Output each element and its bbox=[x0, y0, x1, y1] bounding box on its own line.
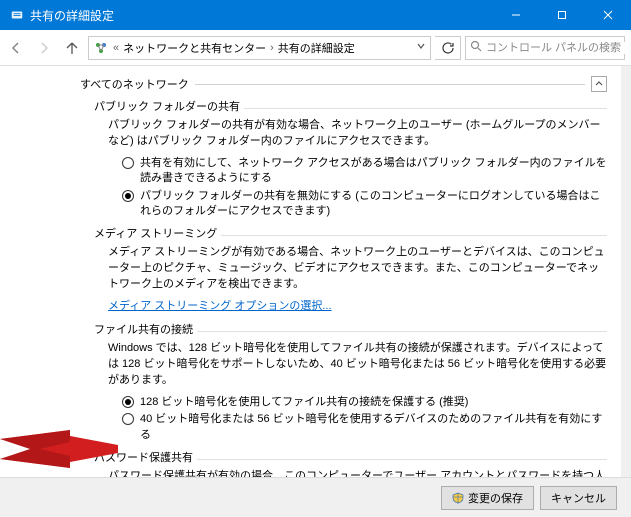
public-folder-desc: パブリック フォルダーの共有が有効な場合、ネットワーク上のユーザー (ホームグル… bbox=[108, 118, 607, 150]
search-icon bbox=[470, 40, 482, 55]
nav-up-button[interactable] bbox=[60, 36, 84, 60]
save-changes-button[interactable]: 変更の保存 bbox=[441, 486, 534, 510]
encrypt-4056-radio[interactable]: 40 ビット暗号化または 56 ビット暗号化を使用するデバイスのためのファイル共… bbox=[122, 412, 607, 443]
encrypt-128-radio[interactable]: 128 ビット暗号化を使用してファイル共有の接続を保護する (推奨) bbox=[122, 395, 607, 410]
media-options-link[interactable]: メディア ストリーミング オプションの選択... bbox=[108, 300, 332, 312]
footer: 変更の保存 キャンセル bbox=[0, 477, 631, 517]
option-label: 共有を有効にして、ネットワーク アクセスがある場合はパブリック フォルダー内のフ… bbox=[140, 156, 607, 187]
profile-title: すべてのネットワーク bbox=[80, 76, 189, 92]
nav-back-button[interactable] bbox=[4, 36, 28, 60]
breadcrumb[interactable]: « ネットワークと共有センター › 共有の詳細設定 bbox=[88, 36, 431, 60]
breadcrumb-item-1[interactable]: ネットワークと共有センター bbox=[123, 40, 266, 56]
cancel-button[interactable]: キャンセル bbox=[540, 486, 617, 510]
option-label: パブリック フォルダーの共有を無効にする (このコンピューターにログオンしている… bbox=[140, 189, 607, 220]
breadcrumb-dropdown-icon[interactable] bbox=[416, 41, 426, 54]
group-public-folder: パブリック フォルダーの共有 パブリック フォルダーの共有が有効な場合、ネットワ… bbox=[94, 98, 607, 219]
profile-header[interactable]: すべてのネットワーク bbox=[80, 76, 607, 92]
divider bbox=[195, 84, 585, 85]
maximize-button[interactable] bbox=[539, 0, 585, 30]
collapse-icon[interactable] bbox=[591, 76, 607, 92]
content-pane: すべてのネットワーク パブリック フォルダーの共有 パブリック フォルダーの共有… bbox=[0, 66, 621, 477]
search-box[interactable] bbox=[465, 36, 625, 60]
media-title: メディア ストリーミング bbox=[94, 225, 217, 241]
divider bbox=[244, 108, 607, 109]
breadcrumb-item-2[interactable]: 共有の詳細設定 bbox=[278, 40, 355, 56]
navbar: « ネットワークと共有センター › 共有の詳細設定 bbox=[0, 30, 631, 66]
refresh-button[interactable] bbox=[435, 36, 461, 60]
search-input[interactable] bbox=[486, 42, 628, 54]
close-button[interactable] bbox=[585, 0, 631, 30]
file-share-title: ファイル共有の接続 bbox=[94, 321, 193, 337]
public-folder-title: パブリック フォルダーの共有 bbox=[94, 98, 240, 114]
app-icon bbox=[10, 8, 24, 22]
network-icon bbox=[93, 40, 109, 56]
public-folder-on-radio[interactable]: 共有を有効にして、ネットワーク アクセスがある場合はパブリック フォルダー内のフ… bbox=[122, 156, 607, 187]
breadcrumb-sep-icon: « bbox=[113, 42, 119, 54]
option-label: 128 ビット暗号化を使用してファイル共有の接続を保護する (推奨) bbox=[140, 395, 468, 410]
shield-icon bbox=[452, 492, 464, 504]
group-file-share: ファイル共有の接続 Windows では、128 ビット暗号化を使用してファイル… bbox=[94, 321, 607, 443]
minimize-button[interactable] bbox=[493, 0, 539, 30]
button-label: キャンセル bbox=[551, 490, 606, 506]
file-share-desc: Windows では、128 ビット暗号化を使用してファイル共有の接続が保護され… bbox=[108, 341, 607, 389]
button-label: 変更の保存 bbox=[468, 490, 523, 506]
titlebar: 共有の詳細設定 bbox=[0, 0, 631, 30]
divider bbox=[197, 459, 607, 460]
radio-icon bbox=[122, 396, 134, 408]
public-folder-off-radio[interactable]: パブリック フォルダーの共有を無効にする (このコンピューターにログオンしている… bbox=[122, 189, 607, 220]
nav-forward-button[interactable] bbox=[32, 36, 56, 60]
media-desc: メディア ストリーミングが有効である場合、ネットワーク上のユーザーとデバイスは、… bbox=[108, 245, 607, 293]
radio-icon bbox=[122, 413, 134, 425]
group-media-streaming: メディア ストリーミング メディア ストリーミングが有効である場合、ネットワーク… bbox=[94, 225, 607, 315]
option-label: 40 ビット暗号化または 56 ビット暗号化を使用するデバイスのためのファイル共… bbox=[140, 412, 607, 443]
vertical-scrollbar[interactable] bbox=[621, 66, 631, 477]
password-title: パスワード保護共有 bbox=[94, 449, 193, 465]
divider bbox=[197, 331, 607, 332]
breadcrumb-chevron-icon: › bbox=[270, 42, 274, 54]
password-desc: パスワード保護共有が有効の場合、このコンピューターでユーザー アカウントとパスワ… bbox=[108, 469, 607, 477]
divider bbox=[221, 235, 607, 236]
radio-icon bbox=[122, 190, 134, 202]
window-title: 共有の詳細設定 bbox=[30, 7, 114, 24]
group-password-sharing: パスワード保護共有 パスワード保護共有が有効の場合、このコンピューターでユーザー… bbox=[94, 449, 607, 477]
radio-icon bbox=[122, 157, 134, 169]
